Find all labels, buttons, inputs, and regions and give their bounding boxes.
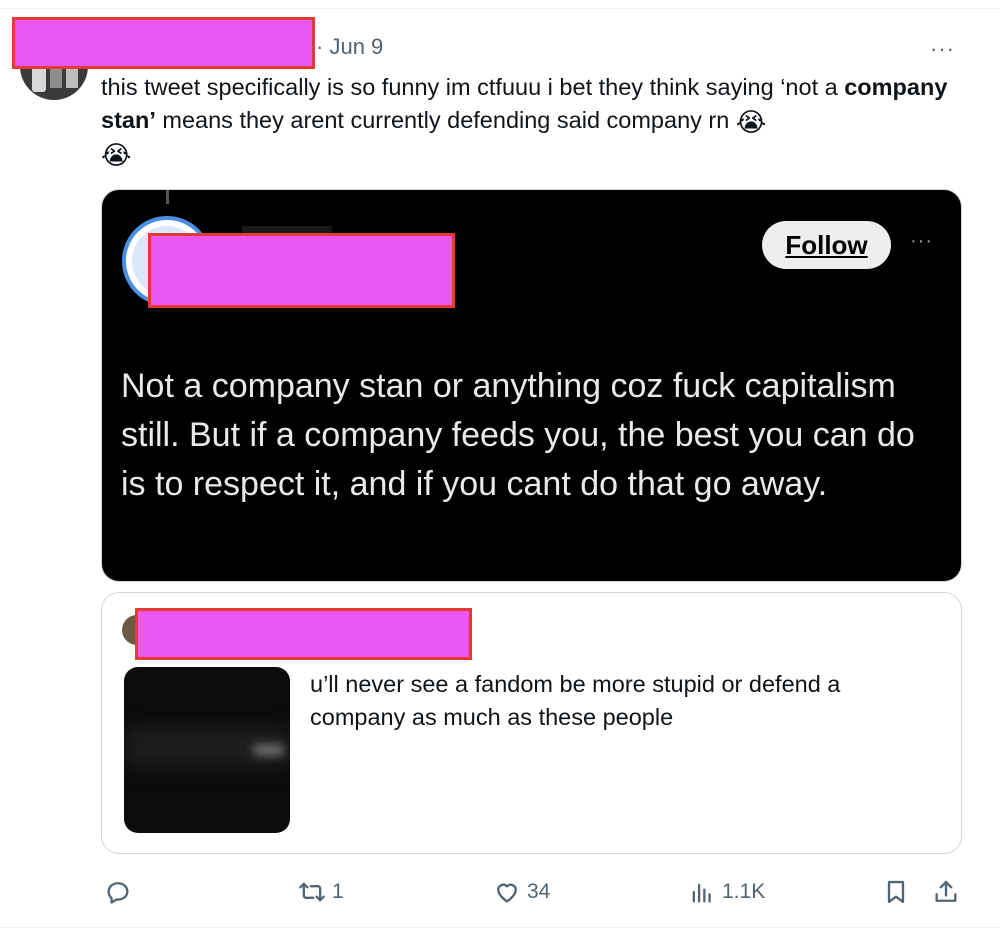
bookmark-button[interactable] bbox=[882, 872, 910, 912]
reply-icon bbox=[107, 882, 129, 904]
tweet-date[interactable]: · Jun 9 bbox=[316, 34, 383, 60]
screenshot-follow-button: Follow bbox=[762, 221, 891, 269]
crying-emoji-icon: 😭 bbox=[735, 108, 767, 138]
heart-icon bbox=[497, 883, 517, 903]
share-button[interactable] bbox=[932, 872, 960, 912]
views-count: 1.1K bbox=[722, 880, 766, 903]
views-button[interactable]: 1.1K bbox=[688, 872, 765, 912]
retweet-count: 1 bbox=[332, 880, 344, 903]
quoted-tweet[interactable]: u’ll never see a fandom be more stupid o… bbox=[101, 592, 962, 854]
screenshot-tweet-text: Not a company stan or anything coz fuck … bbox=[121, 367, 915, 503]
attached-image[interactable]: Follow ··· Not a company stan or anythin… bbox=[101, 189, 962, 582]
redacted-quoted-author-name bbox=[135, 608, 472, 660]
quoted-tweet-text: u’ll never see a fandom be more stupid o… bbox=[310, 671, 841, 730]
image-artifact bbox=[166, 190, 169, 204]
quoted-media-thumbnail[interactable] bbox=[124, 667, 290, 833]
reply-button[interactable] bbox=[104, 872, 138, 912]
redacted-screenshot-name bbox=[148, 233, 455, 308]
top-divider bbox=[0, 8, 1000, 9]
retweet-button[interactable]: 1 bbox=[298, 872, 344, 912]
tweet-card[interactable]: · Jun 9 ··· this tweet specifically is s… bbox=[0, 0, 1000, 932]
retweet-icon bbox=[299, 882, 325, 902]
bottom-divider bbox=[0, 927, 1000, 928]
share-icon bbox=[935, 880, 957, 902]
tweet-text: this tweet specifically is so funny im c… bbox=[101, 74, 948, 171]
like-button[interactable]: 34 bbox=[493, 872, 550, 912]
action-bar: 1 34 1.1K bbox=[0, 872, 1000, 912]
screenshot-more-icon: ··· bbox=[910, 230, 933, 252]
crying-emoji-icon: 😭 bbox=[101, 141, 132, 171]
like-count: 34 bbox=[527, 880, 551, 903]
more-options-icon[interactable]: ··· bbox=[930, 36, 955, 62]
bookmark-icon bbox=[887, 880, 905, 904]
redacted-author-name bbox=[12, 17, 315, 69]
views-icon bbox=[692, 883, 711, 903]
